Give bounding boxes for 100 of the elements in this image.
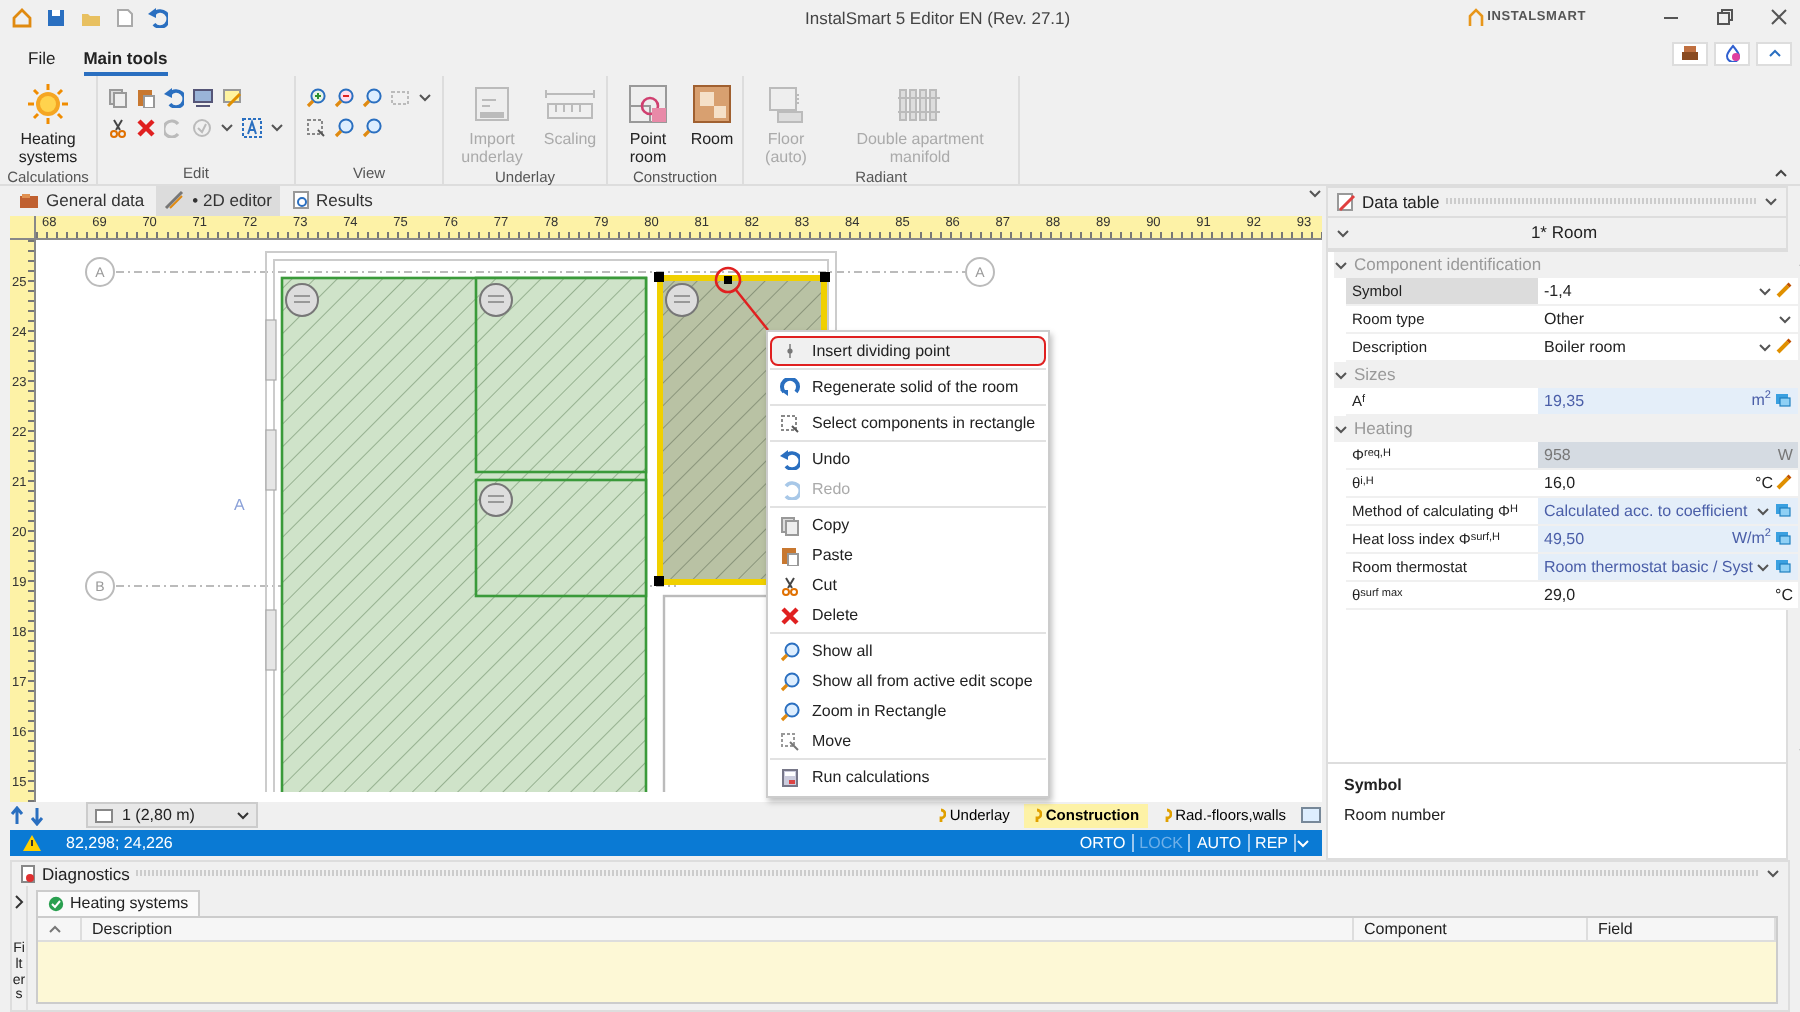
property-value[interactable]: Other (1538, 305, 1799, 332)
undo-icon[interactable] (164, 87, 184, 108)
column-header[interactable]: Description (82, 917, 1354, 940)
chevron-down-icon (1334, 421, 1348, 436)
pencil-icon[interactable] (222, 87, 242, 108)
restore-icon[interactable] (1716, 8, 1734, 27)
search-icon[interactable] (362, 117, 382, 138)
caret-icon[interactable] (1336, 225, 1350, 240)
paste-icon (780, 545, 800, 565)
sort-icon[interactable] (48, 921, 62, 936)
zoom-icon (780, 641, 800, 661)
property-value[interactable]: -1,4 (1538, 277, 1799, 304)
caret-icon[interactable] (236, 808, 250, 823)
drop-button[interactable] (1714, 41, 1750, 66)
table-icon[interactable] (192, 87, 214, 108)
text-icon[interactable] (242, 117, 262, 138)
object-title: 1* Room (1528, 222, 1600, 243)
copy-icon[interactable] (108, 87, 128, 108)
ruler-pencil-icon (164, 190, 187, 211)
bulb-icon (1161, 807, 1172, 824)
property-value[interactable]: 49,50 W/m$^{2}$ (1538, 525, 1799, 552)
warning-icon[interactable] (22, 833, 42, 852)
delete-icon[interactable] (136, 117, 156, 138)
panel-title: Diagnostics (42, 863, 130, 884)
unit-label: W (1777, 445, 1793, 464)
document-tab[interactable]: • 2D editor (156, 185, 280, 216)
diagnostics-icon (20, 863, 36, 884)
room-icon (626, 81, 670, 126)
sun-icon (26, 81, 70, 126)
caret-up-icon[interactable] (1774, 165, 1788, 180)
up-arrow-icon[interactable] (10, 805, 24, 826)
ribbon-button[interactable]: Heating systems (6, 79, 90, 169)
pencil-icon[interactable] (1776, 338, 1793, 355)
collapse-button[interactable] (1756, 41, 1792, 66)
status-toggle[interactable]: REP (1249, 833, 1296, 852)
status-toggle[interactable]: AUTO (1190, 833, 1250, 852)
caret-icon[interactable] (418, 90, 432, 105)
document-tab[interactable]: Results (283, 185, 381, 216)
redo-icon (780, 479, 800, 499)
search-icon[interactable] (334, 117, 354, 138)
caret-icon[interactable] (1296, 835, 1310, 850)
room-marker-icon (665, 282, 699, 317)
document-icon[interactable] (116, 7, 134, 28)
scissors-icon[interactable] (108, 117, 128, 138)
folder-icon (18, 191, 40, 210)
chevron-down-icon (1334, 367, 1348, 382)
panel-tab[interactable]: Heating systems (36, 889, 201, 916)
save-icon[interactable] (46, 7, 66, 28)
column-header[interactable]: Component (1354, 917, 1588, 940)
cake-button[interactable] (1672, 41, 1708, 66)
zoom-icon[interactable] (362, 87, 382, 108)
unit-label: °C (1755, 473, 1773, 492)
calculator-icon (780, 767, 800, 787)
calculate-icon[interactable] (1774, 392, 1793, 409)
caret-icon[interactable] (220, 120, 234, 135)
close-icon[interactable] (1770, 8, 1788, 27)
data-table-icon (1336, 191, 1356, 212)
caret-icon[interactable] (1764, 194, 1778, 209)
pencil-icon[interactable] (1776, 282, 1793, 299)
paste-icon[interactable] (136, 87, 156, 108)
zoom-in-icon[interactable] (306, 87, 326, 108)
copy-icon (780, 515, 800, 535)
caret-icon[interactable] (1308, 185, 1322, 200)
pencil-icon[interactable] (1776, 474, 1793, 491)
column-header[interactable]: Field (1588, 917, 1776, 940)
zoom-out-icon[interactable] (334, 87, 354, 108)
expand-icon[interactable] (12, 893, 26, 910)
chevron-down-icon (1334, 257, 1348, 272)
caret-icon[interactable] (270, 120, 284, 135)
property-value[interactable]: Calculated acc. to coefficient (1538, 497, 1799, 524)
room-marker-icon (285, 282, 319, 317)
ribbon-button[interactable]: Room (688, 79, 736, 150)
select-icon[interactable] (306, 117, 326, 138)
status-toggle[interactable]: ORTO (1073, 833, 1134, 852)
caret-icon[interactable] (1766, 866, 1780, 881)
document-tab[interactable]: General data (10, 185, 153, 216)
menu-tab[interactable]: File (28, 47, 56, 76)
level-dropdown[interactable]: 1 (2,80 m) (86, 802, 258, 829)
view-icon[interactable] (1300, 805, 1322, 826)
property-value[interactable]: 29,0 °C (1538, 581, 1799, 608)
property-value[interactable]: 19,35 m$^{2}$ (1538, 387, 1799, 414)
menu-item[interactable]: Insert dividing point (770, 336, 1046, 366)
down-arrow-icon[interactable] (30, 805, 44, 826)
property-value[interactable]: Boiler room (1538, 333, 1799, 360)
delete-icon (780, 605, 800, 625)
undo-icon (780, 449, 800, 469)
help-text: Room number (1344, 805, 1448, 824)
search-icon (780, 671, 800, 691)
property-value[interactable]: Room thermostat basic / Syst (1538, 553, 1799, 580)
bulb-icon (1031, 807, 1042, 824)
undo-icon[interactable] (148, 7, 168, 28)
caret-icon[interactable] (1756, 503, 1771, 518)
unit-label: W/m$^{2}$ (1731, 528, 1771, 549)
room-marker-icon (479, 482, 513, 517)
ribbon-button[interactable]: Point room (614, 79, 682, 169)
scissors-icon (780, 575, 800, 595)
property-value[interactable]: 16,0 °C (1538, 469, 1799, 496)
coordinates: 82,298; 24,226 (66, 833, 175, 852)
caret-icon[interactable] (1756, 559, 1771, 574)
home-icon[interactable] (12, 7, 32, 28)
